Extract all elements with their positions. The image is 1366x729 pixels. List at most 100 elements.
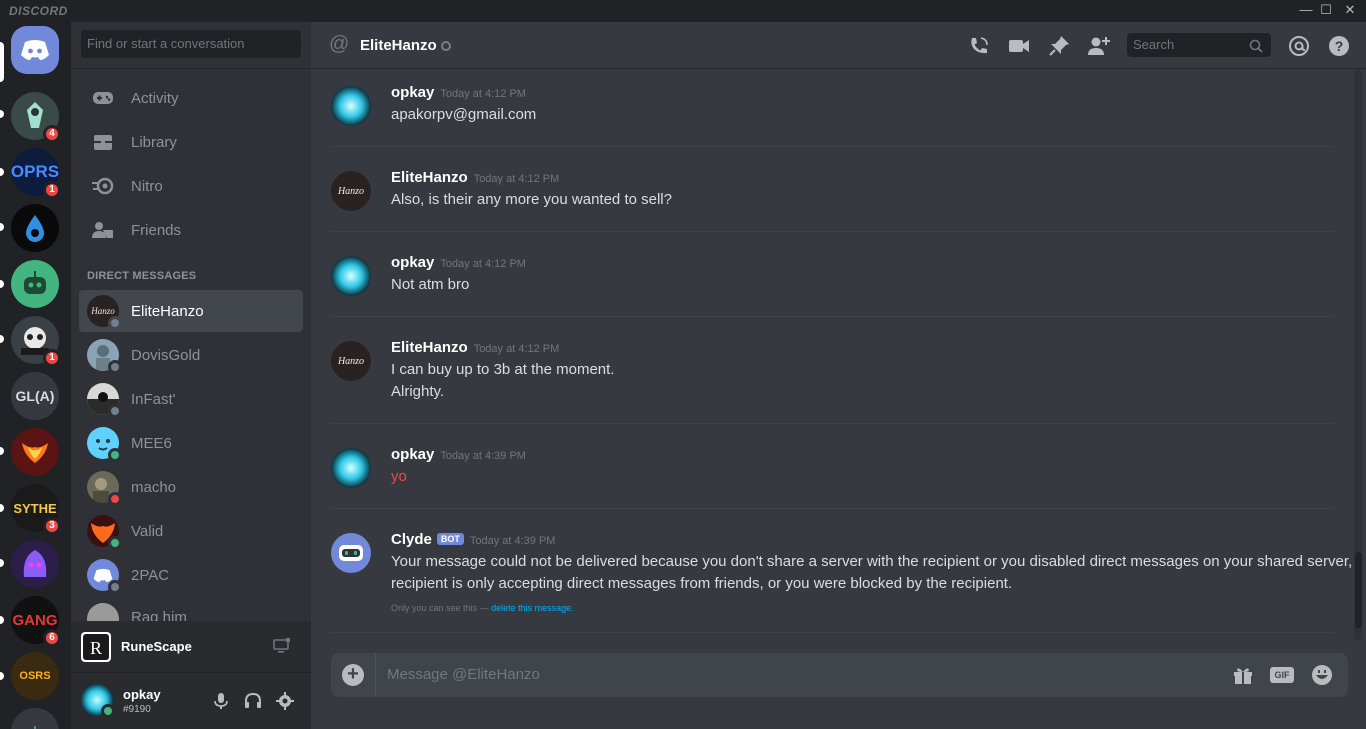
pin-icon[interactable] [1047,34,1071,58]
headphones-icon[interactable] [243,691,263,711]
status-offline-indicator [108,580,122,594]
server-3[interactable] [11,204,59,252]
mentions-icon[interactable] [1287,34,1311,58]
emoji-icon[interactable] [1310,663,1334,687]
mention-badge: 6 [43,629,61,647]
message: opkay Today at 4:12 PM Not atm bro [311,254,1356,324]
svg-text:R: R [90,638,102,658]
unread-indicator [0,504,4,512]
search-icon [1249,37,1263,61]
author-avatar[interactable] [331,256,371,296]
dm-item-2pac[interactable]: 2PAC [79,554,303,596]
author-name[interactable]: opkay [391,254,434,271]
hooded-figure-icon [11,540,59,588]
dm-item-dovisgold[interactable]: DovisGold [79,334,303,376]
unread-indicator [0,559,4,567]
message-text: apakorpv@gmail.com [391,106,537,123]
username: opkay [123,687,161,702]
dm-item-rag-him[interactable]: Rag him [79,598,303,622]
dm-name: Valid [131,522,164,540]
author-avatar[interactable] [331,448,371,488]
server-2[interactable]: OPRS 1 [11,148,61,199]
discord-logo-icon [11,26,59,74]
timestamp: Today at 4:39 PM [440,450,526,462]
activity-panel: R RuneScape [71,621,311,673]
dm-name: EliteHanzo [131,302,204,320]
nav-activity[interactable]: Activity [79,77,303,119]
nitro-icon [91,174,115,198]
unread-indicator [0,672,4,680]
server-9[interactable] [11,540,59,588]
delete-message-link[interactable]: delete this message. [491,603,574,613]
phoenix-icon [11,428,59,476]
author-avatar[interactable] [331,86,371,126]
settings-gear-icon[interactable] [275,691,295,711]
message-divider [331,423,1334,424]
help-icon[interactable]: ? [1327,34,1351,58]
microphone-icon[interactable] [211,691,231,711]
server-label: SYTHE [13,500,57,516]
dm-item-mee6[interactable]: MEE6 [79,422,303,464]
nav-library[interactable]: Library [79,121,303,163]
author-name[interactable]: EliteHanzo [391,339,468,356]
author-avatar[interactable]: Hanzo [331,171,371,211]
user-tag: #9190 [123,704,151,715]
message-text: recipient is only accepting direct messa… [391,575,1013,592]
gif-button[interactable]: GIF [1270,663,1296,687]
message-text: Your message could not be delivered beca… [391,553,1353,570]
conversation-search-input[interactable]: Find or start a conversation [81,30,301,58]
message-input[interactable]: Message @EliteHanzo [387,666,540,683]
chat-search-input[interactable]: Search [1127,33,1271,57]
server-5[interactable]: 1 [11,316,61,367]
stream-icon[interactable] [273,638,291,654]
scrollbar-thumb[interactable] [1355,552,1362,628]
add-server-button[interactable]: + [11,708,59,729]
nav-friends[interactable]: Friends [79,209,303,251]
server-10[interactable]: GANG 6 [11,596,61,647]
unread-indicator [0,616,4,624]
server-11[interactable]: OSRS [11,652,59,700]
unread-indicator [0,447,4,455]
video-call-icon[interactable] [1007,34,1031,58]
server-8[interactable]: SYTHE 3 [11,484,61,535]
status-dnd-indicator [108,492,122,506]
gift-icon[interactable] [1231,663,1255,687]
server-11-icon: OSRS [11,652,59,700]
author-avatar[interactable]: Hanzo [331,341,371,381]
author-name[interactable]: EliteHanzo [391,169,468,186]
server-7[interactable] [11,428,59,476]
status-online-indicator [108,448,122,462]
timestamp: Today at 4:12 PM [440,88,526,100]
dm-name: DovisGold [131,346,201,364]
nav-label: Friends [131,221,182,239]
add-friend-icon[interactable] [1087,34,1111,58]
dm-item-infast[interactable]: InFast' [79,378,303,420]
nav-label: Library [131,133,177,151]
discord-window: DISCORD — ☐ ✕ 4 OPRS 1 1 GL(A) SYTHE 3 G… [0,0,1366,729]
dm-item-macho[interactable]: macho [79,466,303,508]
author-name[interactable]: opkay [391,84,434,101]
runescape-logo-icon: R [81,632,111,662]
ephemeral-text: Only you can see this — [391,603,489,613]
mention-badge: 1 [43,181,61,199]
author-name[interactable]: opkay [391,446,434,463]
dm-item-elitehanzo[interactable]: Hanzo EliteHanzo [79,290,303,332]
failed-message-text: yo [391,468,407,485]
clyde-bot-avatar[interactable] [331,533,371,573]
close-button[interactable]: ✕ [1330,0,1366,22]
author-name[interactable]: Clyde [391,531,432,548]
plus-icon: + [11,708,59,729]
server-1[interactable]: 4 [11,92,61,143]
message-header: EliteHanzo Today at 4:12 PM [391,169,559,186]
home-button[interactable] [11,26,59,74]
server-4[interactable] [11,260,59,308]
dm-item-valid[interactable]: Valid [79,510,303,552]
upload-plus-button[interactable]: + [342,664,364,686]
unread-indicator [0,168,4,176]
user-avatar[interactable] [81,684,115,718]
avatar [87,339,122,374]
server-6[interactable]: GL(A) [11,372,59,420]
nav-nitro[interactable]: Nitro [79,165,303,207]
voice-call-icon[interactable] [967,34,991,58]
message-divider [331,316,1334,317]
